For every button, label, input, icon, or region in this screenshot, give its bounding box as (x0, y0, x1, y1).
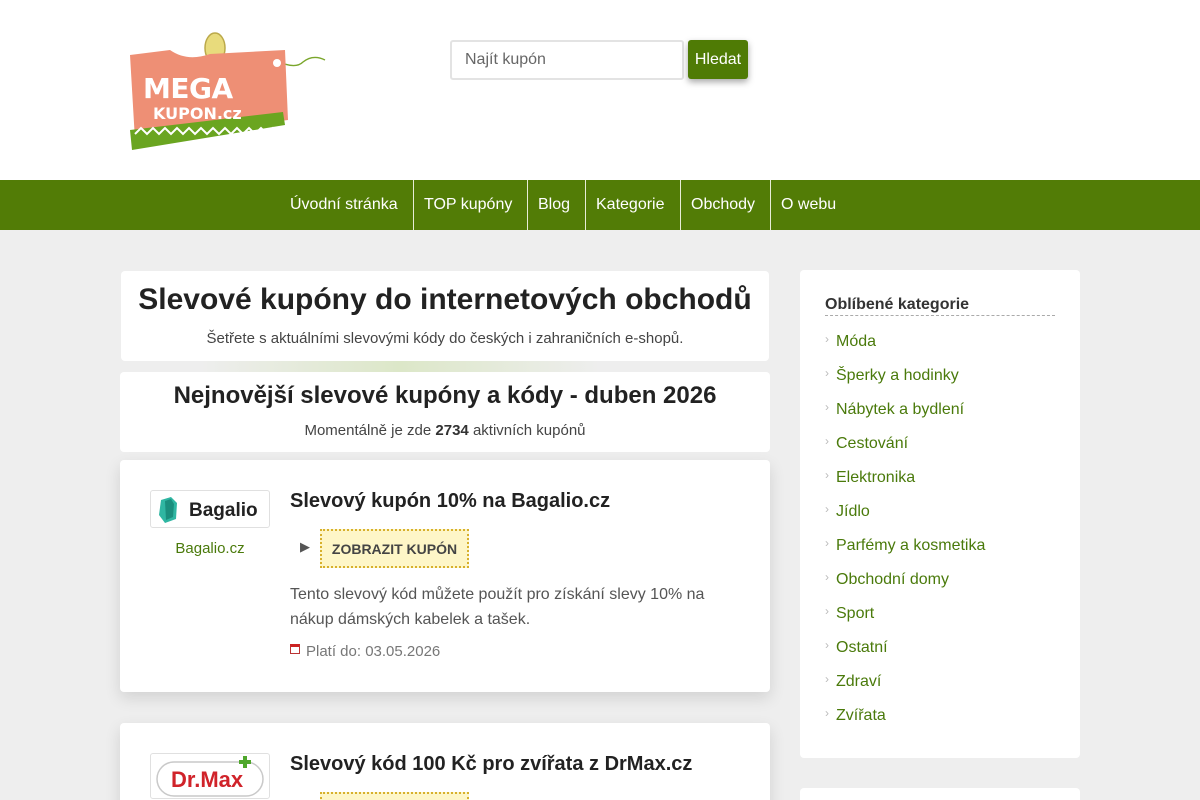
chevron-right-icon: › (825, 536, 829, 550)
coupon-description: Tento slevový kód můžete použít pro získ… (290, 586, 705, 628)
shop-logo-bagalio[interactable]: Bagalio (150, 490, 270, 528)
category-link-sport[interactable]: › Sport (825, 604, 874, 628)
decorative-divider (200, 361, 600, 372)
category-link-fashion[interactable]: › Móda (825, 332, 876, 356)
logo-text-kupon: KUPON.cz (153, 104, 242, 123)
chevron-right-icon: › (825, 400, 829, 414)
category-link-other[interactable]: › Ostatní (825, 638, 888, 662)
chevron-right-icon: › (825, 638, 829, 652)
category-link-department-stores[interactable]: › Obchodní domy (825, 570, 949, 594)
category-label: Móda (836, 333, 877, 350)
coupon-count-prefix: Momentálně je zde (304, 422, 432, 439)
sidebar-categories: Oblíbené kategorie › Móda › Šperky a hodin… (800, 270, 1080, 758)
nav-item-shops[interactable]: Obchody (681, 180, 765, 230)
category-label: Cestování (836, 435, 909, 452)
main-navigation: Úvodní stránka TOP kupóny Blog Kategorie… (0, 180, 1200, 230)
logo-text-mega: MEGA (143, 72, 233, 105)
shop-logo-text: Dr.Max (171, 767, 244, 792)
latest-coupons-header: Nejnovější slevové kupóny a kódy - duben… (120, 372, 770, 452)
category-link-furniture[interactable]: › Nábytek a bydlení (825, 400, 964, 424)
category-label: Obchodní domy (836, 571, 949, 588)
page-subtitle: Šetřete s aktuálními slevovými kódy do č… (206, 330, 684, 347)
chevron-right-icon: › (825, 604, 829, 618)
coupon-count: 2734 (435, 422, 469, 439)
calendar-icon (290, 644, 300, 654)
category-label: Zdraví (836, 673, 882, 690)
shop-logo-text: Bagalio (189, 500, 258, 521)
sidebar-title: Oblíbené kategorie (825, 296, 1055, 316)
category-label: Parfémy a kosmetika (836, 537, 986, 554)
hero-card: Slevové kupóny do internetových obchodů … (121, 271, 769, 361)
category-label: Jídlo (836, 503, 870, 520)
category-link-animals[interactable]: › Zvířata (825, 706, 886, 730)
validity-text: Platí do: 03.05.2026 (306, 643, 441, 660)
category-label: Nábytek a bydlení (836, 401, 965, 418)
site-logo[interactable]: MEGA KUPON.cz (125, 30, 330, 155)
coupon-card: Bagalio Bagalio.cz Slevový kupón 10% na … (120, 460, 770, 692)
show-coupon-button[interactable] (320, 792, 469, 800)
chevron-right-icon: › (825, 434, 829, 448)
category-link-electronics[interactable]: › Elektronika (825, 468, 915, 492)
coupon-count-suffix: aktivních kupónů (472, 422, 586, 439)
category-label: Ostatní (836, 639, 888, 656)
nav-item-categories[interactable]: Kategorie (586, 180, 675, 230)
chevron-right-icon: › (825, 706, 829, 720)
chevron-right-icon: › (825, 332, 829, 346)
category-link-food[interactable]: › Jídlo (825, 502, 870, 526)
category-link-travel[interactable]: › Cestování (825, 434, 908, 458)
page-title: Slevové kupóny do internetových obchodů (138, 283, 752, 316)
coupon-count-text: Momentálně je zde 2734 aktivních kupónů (120, 422, 770, 439)
chevron-right-icon: › (825, 366, 829, 380)
coupon-title[interactable]: Slevový kupón 10% na Bagalio.cz (290, 490, 610, 513)
search-input[interactable] (450, 40, 684, 80)
nav-item-home[interactable]: Úvodní stránka (280, 180, 408, 230)
category-link-cosmetics[interactable]: › Parfémy a kosmetika (825, 536, 985, 560)
nav-item-about[interactable]: O webu (771, 180, 846, 230)
category-label: Šperky a hodinky (836, 367, 959, 384)
category-link-jewelry[interactable]: › Šperky a hodinky (825, 366, 959, 390)
section-title: Nejnovější slevové kupóny a kódy - duben… (173, 382, 717, 409)
chevron-right-icon: › (825, 570, 829, 584)
site-header: MEGA KUPON.cz Hledat (0, 0, 1200, 180)
chevron-right-icon: › (825, 502, 829, 516)
coupon-title[interactable]: Slevový kód 100 Kč pro zvířata z DrMax.c… (290, 753, 692, 776)
nav-item-blog[interactable]: Blog (528, 180, 580, 230)
show-coupon-button[interactable]: ZOBRAZIT KUPÓN (320, 529, 469, 568)
search-button[interactable]: Hledat (688, 40, 748, 79)
category-label: Elektronika (836, 469, 916, 486)
sidebar-card (800, 788, 1080, 800)
coupon-validity: Platí do: 03.05.2026 (290, 643, 440, 660)
shop-name-link[interactable]: Bagalio.cz (150, 540, 270, 557)
category-link-health[interactable]: › Zdraví (825, 672, 881, 696)
chevron-right-icon: › (825, 468, 829, 482)
play-arrow-icon: ▶ (300, 539, 310, 554)
coupon-card: Dr.Max Slevový kód 100 Kč pro zvířata z … (120, 723, 770, 800)
category-label: Zvířata (836, 707, 886, 724)
chevron-right-icon: › (825, 672, 829, 686)
category-label: Sport (836, 605, 875, 622)
nav-item-top-coupons[interactable]: TOP kupóny (414, 180, 522, 230)
shop-logo-drmax[interactable]: Dr.Max (150, 753, 270, 799)
